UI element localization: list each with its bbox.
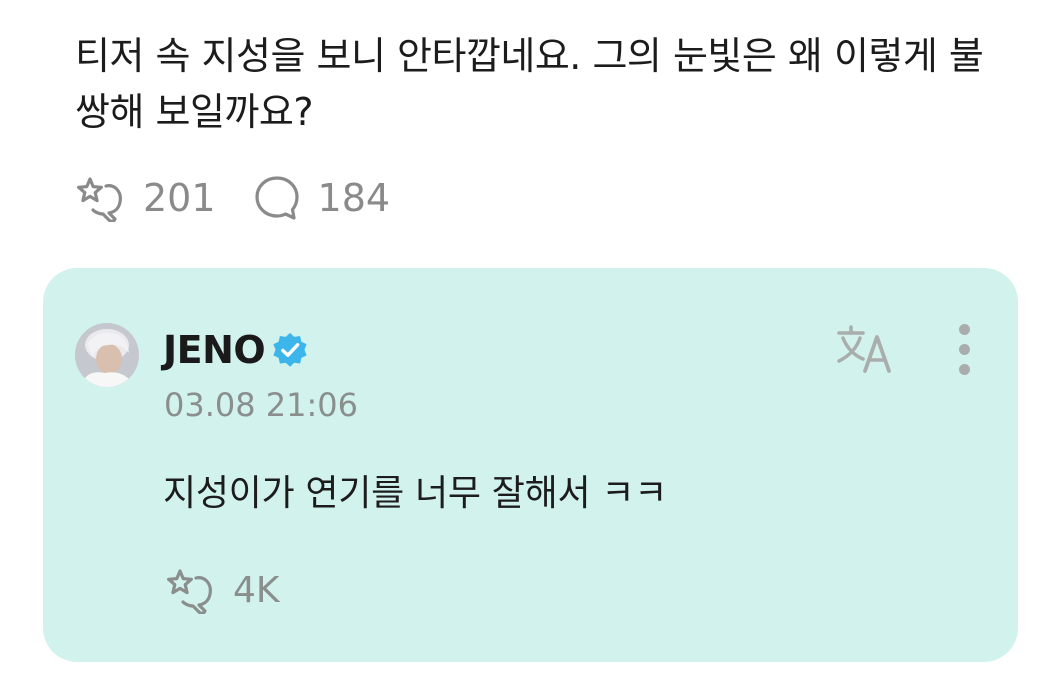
more-vertical-icon [959,324,970,335]
post-text: 티저 속 지성을 보니 안타깝네요. 그의 눈빛은 왜 이렇게 불쌍해 보일까요… [75,34,984,134]
more-options-button[interactable] [955,324,975,375]
reply-card: JENO 03.08 21:06 지성이가 연기를 너무 잘해서 ㅋㅋ 4K [43,268,1018,662]
translate-icon [837,325,891,373]
post-like-button[interactable]: 201 [75,174,216,222]
verified-badge-icon [273,332,307,367]
author-name-label: JENO [163,328,266,372]
reply-text: 지성이가 연기를 너무 잘해서 ㅋㅋ [163,473,668,514]
post-actions: 201 184 [75,172,428,224]
post-comment-button[interactable]: 184 [254,175,391,221]
translate-button[interactable] [833,323,897,379]
reply-like-count: 4K [233,569,280,611]
post-like-count: 201 [143,176,216,220]
comment-bubble-icon [254,176,299,220]
reply-timestamp: 03.08 21:06 [164,386,358,424]
post-comment-count: 184 [317,176,391,220]
reaction-star-icon [167,569,212,614]
reply-like-button[interactable]: 4K [165,566,280,614]
reaction-star-icon [77,177,122,222]
avatar[interactable] [75,323,139,387]
author-name[interactable]: JENO [163,328,309,372]
